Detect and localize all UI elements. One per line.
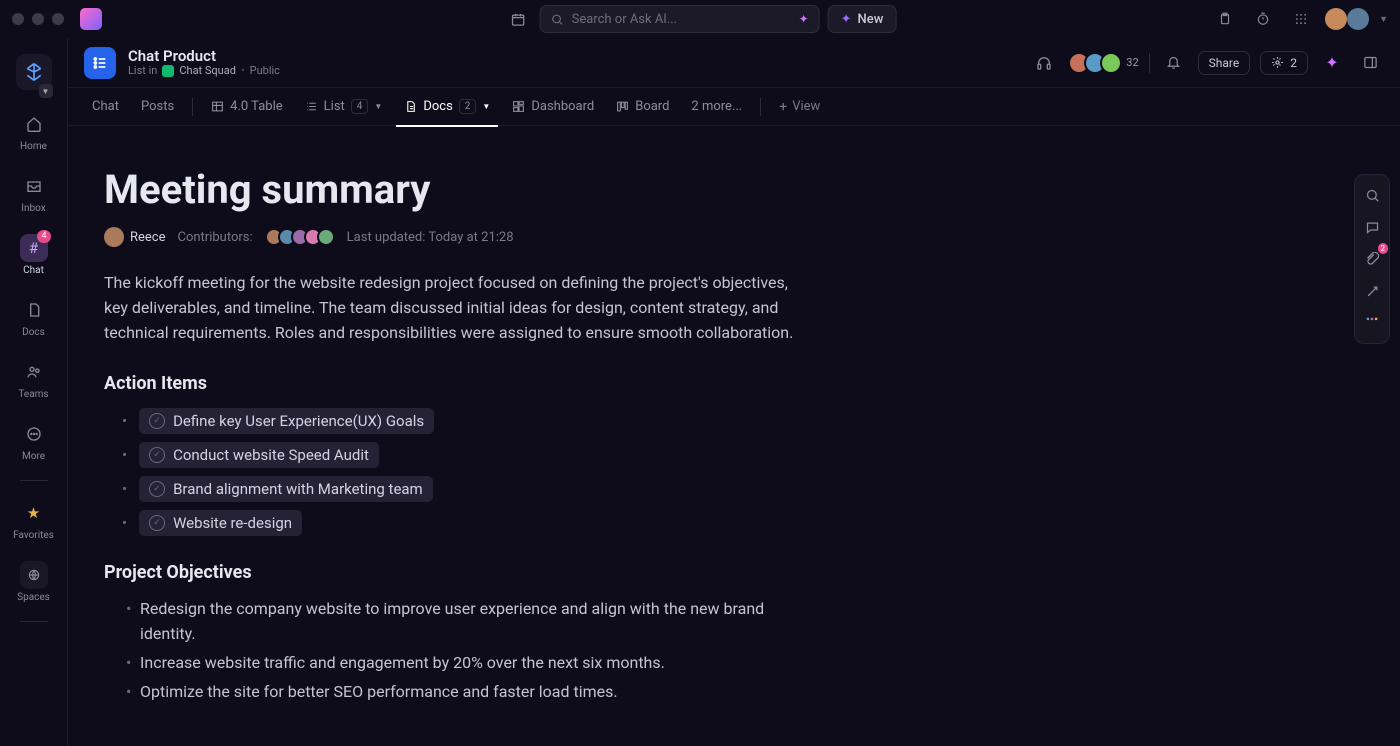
sidebar-label: Home bbox=[20, 141, 47, 152]
last-updated: Last updated: Today at 21:28 bbox=[347, 230, 514, 245]
automations-button[interactable]: 2 bbox=[1260, 51, 1308, 75]
user-avatar-2[interactable] bbox=[1347, 8, 1369, 30]
doc-title[interactable]: Meeting summary bbox=[104, 166, 1360, 213]
checkbox-icon[interactable]: ✓ bbox=[149, 481, 165, 497]
add-view-button[interactable]: +View bbox=[771, 95, 828, 119]
sidebar-item-inbox[interactable]: Inbox bbox=[9, 166, 59, 220]
doc-meta: Reece Contributors: Last updated: Today … bbox=[104, 227, 1360, 247]
action-item[interactable]: ✓ Conduct website Speed Audit bbox=[122, 442, 1360, 468]
sidebar-item-teams[interactable]: Teams bbox=[9, 352, 59, 406]
divider bbox=[20, 621, 48, 622]
objectives-list: Redesign the company website to improve … bbox=[104, 597, 804, 704]
left-sidebar: ▼ Home Inbox 4 # Chat Docs Teams More ★ … bbox=[0, 38, 68, 746]
action-item[interactable]: ✓ Define key User Experience(UX) Goals bbox=[122, 408, 1360, 434]
action-item[interactable]: ✓ Brand alignment with Marketing team bbox=[122, 476, 1360, 502]
content-header: Chat Product List in Chat Squad • Public… bbox=[68, 38, 1400, 88]
objectives-heading[interactable]: Project Objectives bbox=[104, 562, 1360, 583]
sidebar-label: Teams bbox=[18, 389, 48, 400]
chevron-down-icon[interactable]: ▼ bbox=[39, 84, 53, 98]
apps-grid-icon[interactable] bbox=[1287, 5, 1315, 33]
user-avatar[interactable] bbox=[1325, 8, 1347, 30]
objective-item[interactable]: Optimize the site for better SEO perform… bbox=[104, 680, 804, 705]
tab-dashboard[interactable]: Dashboard bbox=[504, 93, 602, 120]
objective-item[interactable]: Redesign the company website to improve … bbox=[104, 597, 804, 647]
viewers-group[interactable]: 32 bbox=[1068, 52, 1138, 74]
relationships-icon[interactable] bbox=[1358, 309, 1386, 337]
sidebar-label: Chat bbox=[23, 265, 44, 276]
tab-posts[interactable]: Posts bbox=[133, 93, 182, 120]
tab-table[interactable]: 4.0 Table bbox=[203, 93, 290, 120]
clipboard-icon[interactable] bbox=[1211, 5, 1239, 33]
contributor-avatar bbox=[317, 228, 335, 246]
ai-sparkle-icon: ✦ bbox=[799, 12, 809, 26]
tab-docs[interactable]: Docs2▼ bbox=[396, 93, 498, 120]
share-button[interactable]: Share bbox=[1198, 51, 1251, 75]
checkbox-icon[interactable]: ✓ bbox=[149, 413, 165, 429]
document-body: Meeting summary Reece Contributors: Last… bbox=[68, 126, 1400, 746]
tab-chat[interactable]: Chat bbox=[84, 93, 127, 120]
sidebar-item-docs[interactable]: Docs bbox=[9, 290, 59, 344]
divider bbox=[20, 480, 48, 481]
objective-item[interactable]: Increase website traffic and engagement … bbox=[104, 651, 804, 676]
folder-icon bbox=[162, 65, 174, 77]
sidebar-item-spaces[interactable]: Spaces bbox=[9, 555, 59, 609]
intro-paragraph[interactable]: The kickoff meeting for the website rede… bbox=[104, 271, 804, 345]
new-button-label: New bbox=[858, 12, 884, 27]
window-controls[interactable] bbox=[12, 13, 64, 25]
list-title[interactable]: Chat Product bbox=[128, 48, 280, 65]
contributors-label: Contributors: bbox=[178, 230, 253, 245]
task-label: Define key User Experience(UX) Goals bbox=[173, 412, 424, 430]
doc-author[interactable]: Reece bbox=[104, 227, 166, 247]
unread-badge: 4 bbox=[37, 230, 50, 243]
plus-circle-icon: ✦ bbox=[841, 12, 852, 27]
tab-more[interactable]: 2 more... bbox=[683, 93, 750, 120]
panel-toggle-icon[interactable] bbox=[1356, 49, 1384, 77]
sidebar-item-more[interactable]: More bbox=[9, 414, 59, 468]
headphones-icon[interactable] bbox=[1030, 49, 1058, 77]
view-tabs: Chat Posts 4.0 Table List4▼ Docs2▼ Dashb… bbox=[68, 88, 1400, 126]
sidebar-item-favorites[interactable]: ★ Favorites bbox=[9, 493, 59, 547]
sidebar-label: Favorites bbox=[13, 530, 54, 541]
attachments-icon[interactable]: 2 bbox=[1358, 245, 1386, 273]
sidebar-label: Inbox bbox=[21, 203, 45, 214]
sidebar-item-home[interactable]: Home bbox=[9, 104, 59, 158]
comments-icon[interactable] bbox=[1358, 213, 1386, 241]
new-button[interactable]: ✦ New bbox=[828, 5, 897, 33]
ai-wand-icon[interactable] bbox=[1358, 277, 1386, 305]
action-items-list: ✓ Define key User Experience(UX) Goals ✓ Co… bbox=[104, 408, 1360, 536]
sidebar-label: Spaces bbox=[17, 592, 50, 603]
workspace-switcher[interactable]: ▼ bbox=[9, 48, 59, 96]
list-icon bbox=[84, 47, 116, 79]
task-label: Brand alignment with Marketing team bbox=[173, 480, 423, 498]
action-items-heading[interactable]: Action Items bbox=[104, 373, 1360, 394]
chevron-down-icon[interactable]: ▼ bbox=[1379, 14, 1388, 25]
search-in-doc-icon[interactable] bbox=[1358, 181, 1386, 209]
calendar-icon[interactable] bbox=[504, 5, 532, 33]
contributor-avatars[interactable] bbox=[265, 228, 335, 246]
app-logo bbox=[80, 8, 102, 30]
sidebar-label: More bbox=[22, 451, 45, 462]
viewers-count: 32 bbox=[1126, 56, 1138, 69]
checkbox-icon[interactable]: ✓ bbox=[149, 447, 165, 463]
task-label: Conduct website Speed Audit bbox=[173, 446, 369, 464]
tab-list[interactable]: List4▼ bbox=[297, 93, 391, 120]
sidebar-label: Docs bbox=[22, 327, 45, 338]
window-titlebar: Search or Ask AI... ✦ ✦ New ▼ bbox=[0, 0, 1400, 38]
breadcrumb[interactable]: List in Chat Squad • Public bbox=[128, 65, 280, 78]
action-item[interactable]: ✓ Website re-design bbox=[122, 510, 1360, 536]
right-rail: 2 bbox=[1354, 174, 1390, 344]
timer-icon[interactable] bbox=[1249, 5, 1277, 33]
bell-icon[interactable] bbox=[1160, 49, 1188, 77]
search-input[interactable]: Search or Ask AI... ✦ bbox=[540, 5, 820, 33]
sidebar-item-chat[interactable]: 4 # Chat bbox=[9, 228, 59, 282]
tab-board[interactable]: Board bbox=[608, 93, 677, 120]
task-label: Website re-design bbox=[173, 514, 292, 532]
checkbox-icon[interactable]: ✓ bbox=[149, 515, 165, 531]
ai-sparkle-icon[interactable]: ✦ bbox=[1318, 49, 1346, 77]
search-placeholder: Search or Ask AI... bbox=[572, 12, 678, 27]
